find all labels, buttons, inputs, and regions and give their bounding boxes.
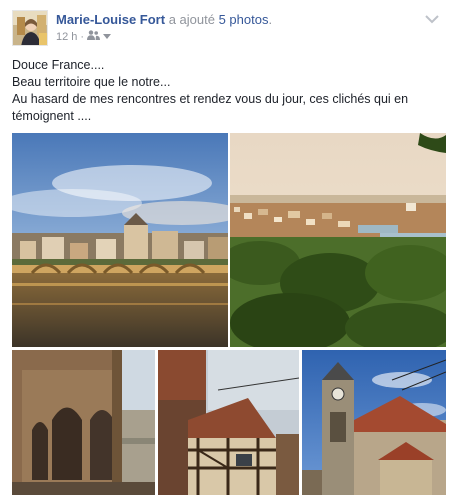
photo-gothic-church[interactable] <box>12 350 155 495</box>
post-header: Marie-Louise Fort a ajouté 5 photos. <box>56 12 272 27</box>
caret-down-icon[interactable] <box>103 31 112 43</box>
photo-clock-tower[interactable] <box>302 350 446 495</box>
facebook-post: Marie-Louise Fort a ajouté 5 photos. 12 … <box>0 0 450 500</box>
photo-half-timbered-house[interactable] <box>158 350 299 495</box>
photo-river-bridge[interactable] <box>12 133 228 347</box>
author-avatar[interactable] <box>12 10 48 46</box>
post-timestamp[interactable]: 12 h <box>56 31 77 43</box>
post-text: Douce France.... Beau territoire que le … <box>12 57 442 125</box>
post-text-line: Douce France.... <box>12 58 105 72</box>
post-text-line: Beau territoire que le notre... <box>12 75 171 89</box>
post-text-line: Au hasard de mes rencontres et rendez vo… <box>12 92 409 123</box>
chevron-down-icon[interactable] <box>424 12 440 24</box>
photo-grid <box>12 133 446 495</box>
meta-separator: · <box>80 30 85 43</box>
friends-icon[interactable] <box>87 30 101 43</box>
action-text: a ajouté <box>168 12 215 27</box>
post-meta: 12 h · <box>56 30 112 43</box>
header-period: . <box>268 12 273 27</box>
author-name-link[interactable]: Marie-Louise Fort <box>56 12 165 27</box>
photo-count-link[interactable]: 5 photos <box>219 12 269 27</box>
photo-town-panorama[interactable] <box>230 133 446 347</box>
